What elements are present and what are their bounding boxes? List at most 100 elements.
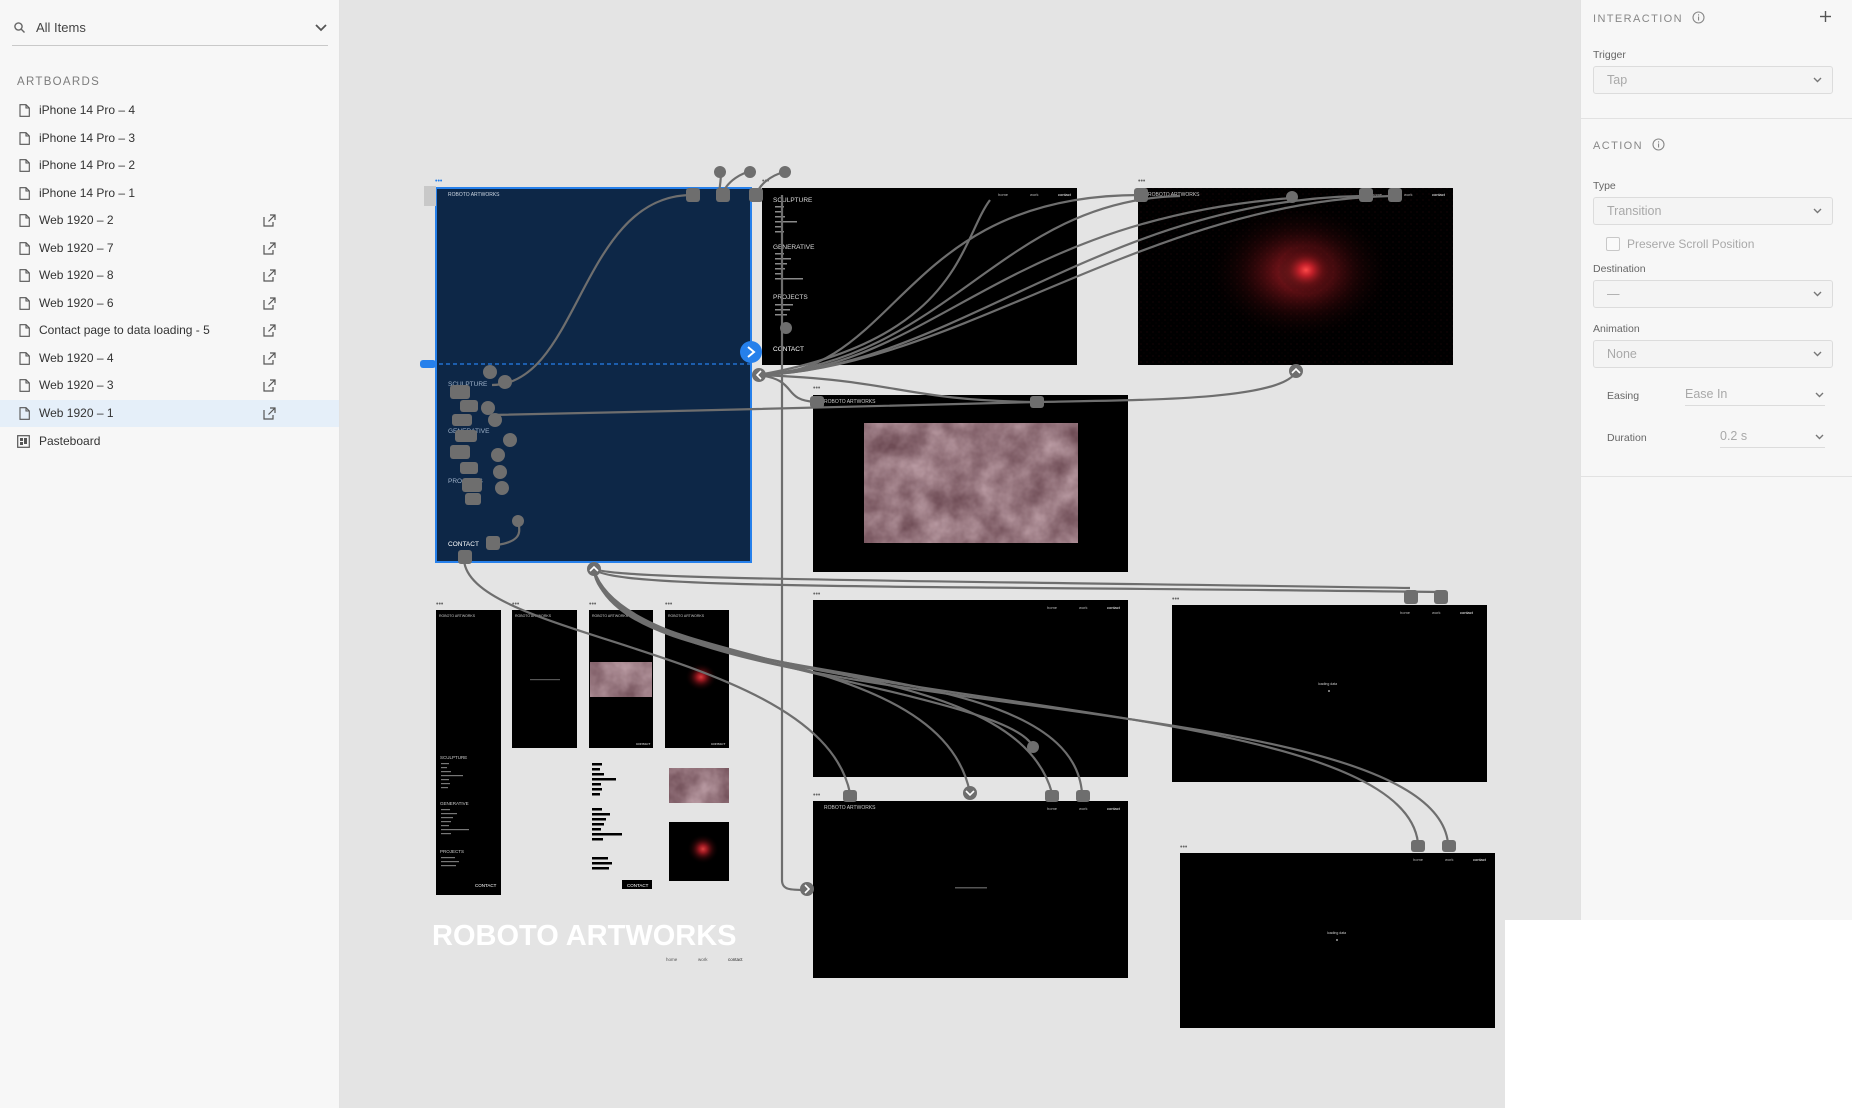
chevron-up-icon [587, 562, 601, 576]
type-select[interactable]: Transition [1593, 197, 1833, 225]
artboard-iphone-particles[interactable]: ••• ROBOTO ARTWORKS CONTACT [665, 601, 729, 748]
artboard-loading-2[interactable]: ••• home work contact loading data [1180, 844, 1495, 1028]
artboard-list-item[interactable]: iPhone 14 Pro – 1 [0, 180, 339, 207]
divider [1581, 476, 1852, 477]
artboard-list-label: iPhone 14 Pro – 3 [39, 130, 136, 145]
artboard-loading-1[interactable]: ••• home work contact loading data [1172, 596, 1487, 782]
artboard-icon [19, 104, 30, 117]
artboard-texture[interactable]: ••• ROBOTO ARTWORKS [813, 385, 1128, 572]
chevron-down-icon [1813, 291, 1822, 297]
destination-label: Destination [1593, 263, 1646, 275]
chevron-left-icon [752, 368, 766, 382]
artboard-icon [19, 406, 30, 420]
artboard-options-dots[interactable]: ••• [435, 178, 443, 185]
artboard-list-item[interactable]: Web 1920 – 8 [0, 262, 339, 289]
chevron-down-icon [1813, 208, 1822, 214]
nav-home: home [1413, 857, 1424, 862]
menu-contact: CONTACT [475, 883, 497, 888]
artboard-list-item[interactable]: iPhone 14 Pro – 2 [0, 152, 339, 179]
artboard-list-label: Web 1920 – 8 [39, 268, 114, 282]
chevron-down-icon[interactable] [314, 20, 328, 34]
layers-search-dropdown[interactable]: All Items [12, 14, 328, 46]
artboard-list-item[interactable]: iPhone 14 Pro – 3 [0, 125, 339, 152]
menu-contact: CONTACT [448, 541, 479, 548]
artboard-icon [19, 296, 30, 310]
external-link-icon[interactable] [262, 378, 277, 393]
trigger-select[interactable]: Tap [1593, 66, 1833, 94]
artboard-list-item[interactable]: Web 1920 – 1 [0, 399, 339, 427]
contact-button-component: CONTACT [627, 883, 649, 888]
nav-home: home [998, 192, 1009, 197]
interaction-title: INTERACTION [1593, 13, 1683, 25]
destination-select[interactable]: — [1593, 280, 1833, 308]
nav-work: work [1030, 192, 1038, 197]
menu-sculpture: SCULPTURE [773, 197, 813, 204]
scroll-handle[interactable] [420, 360, 436, 368]
artboard-list-item[interactable]: Contact page to data loading - 5 [0, 317, 339, 344]
duration-select[interactable]: 0.2 s [1720, 427, 1825, 448]
easing-select[interactable]: Ease In [1685, 385, 1825, 406]
artboard-list-item[interactable]: Web 1920 – 6 [0, 290, 339, 317]
nav-work: work [1404, 192, 1412, 197]
external-link-icon[interactable] [262, 406, 277, 421]
menu-projects: PROJECTS [440, 849, 464, 854]
chevron-down-icon [1815, 392, 1824, 398]
artboard-list-label: Web 1920 – 3 [39, 378, 114, 392]
artboard-list-label: iPhone 14 Pro – 4 [39, 103, 136, 117]
preserve-scroll-checkbox[interactable] [1606, 237, 1620, 251]
nav-contact: contact [1460, 610, 1474, 615]
trigger-label: Trigger [1593, 49, 1626, 61]
chevron-down-icon [1813, 77, 1822, 83]
action-heading: ACTION [1593, 138, 1665, 152]
chevron-up-icon [1289, 364, 1303, 378]
duration-label: Duration [1607, 432, 1647, 444]
destination-value: — [1607, 287, 1620, 301]
artboard-brand: ROBOTO ARTWORKS [439, 614, 476, 618]
nav-home: home [1047, 605, 1058, 610]
external-link-icon[interactable] [262, 241, 277, 256]
artboard-list-label: iPhone 14 Pro – 1 [39, 185, 136, 200]
animation-select[interactable]: None [1593, 340, 1833, 368]
external-link-icon[interactable] [262, 213, 277, 228]
nav-contact: contact [728, 957, 743, 962]
artboard-list-label: Web 1920 – 6 [39, 295, 114, 310]
design-canvas[interactable]: ••• ROBOTO ARTWORKS SCULPTURE GENERATIVE… [340, 0, 1580, 1108]
artboard-iphone-contact[interactable]: ••• ROBOTO ARTWORKS [512, 601, 577, 748]
external-link-icon[interactable] [262, 351, 277, 366]
interaction-panel: INTERACTION Trigger Tap ACTION Type Tran… [1580, 0, 1852, 920]
artboard-list-item[interactable]: Web 1920 – 2 [0, 207, 339, 234]
artboard-list-item[interactable]: iPhone 14 Pro – 4 [0, 97, 339, 124]
nav-contact: contact [1473, 857, 1487, 862]
prototype-canvas[interactable]: ••• ROBOTO ARTWORKS SCULPTURE GENERATIVE… [340, 0, 1580, 1108]
menu-generative: GENERATIVE [773, 244, 815, 251]
easing-value: Ease In [1685, 387, 1728, 401]
artboard-contact[interactable]: ••• ROBOTO ARTWORKS home work contact [813, 792, 1128, 978]
external-link-icon[interactable] [262, 296, 277, 311]
artboards-section-label: ARTBOARDS [17, 76, 101, 88]
divider [1581, 118, 1852, 119]
artboard-icon [19, 214, 30, 227]
info-icon[interactable] [1692, 11, 1705, 24]
artboard-icon [19, 131, 30, 145]
external-link-icon[interactable] [262, 268, 277, 283]
info-icon[interactable] [1652, 138, 1665, 151]
nav-home: home [666, 957, 678, 962]
interaction-heading: INTERACTION [1593, 11, 1705, 25]
pasteboard-item[interactable]: Pasteboard [0, 428, 339, 455]
animation-label: Animation [1593, 323, 1640, 335]
artboard-list-item[interactable]: Web 1920 – 7 [0, 235, 339, 262]
easing-label: Easing [1607, 390, 1640, 402]
duration-value: 0.2 s [1720, 429, 1748, 443]
artboard-iphone-menu[interactable]: ••• ROBOTO ARTWORKS SCULPTURE GENERATIVE… [436, 601, 501, 895]
artboard-list-label: Web 1920 – 7 [39, 240, 114, 255]
artboard-list-item[interactable]: Web 1920 – 3 [0, 372, 339, 399]
artboard-icon [19, 379, 30, 392]
menu-sculpture: SCULPTURE [440, 755, 467, 760]
external-link-icon[interactable] [262, 323, 277, 338]
nav-work: work [698, 957, 708, 962]
menu-generative: GENERATIVE [440, 801, 469, 806]
artboard-brand: ROBOTO ARTWORKS [668, 614, 705, 618]
artboard-edge-tab [424, 186, 436, 206]
artboard-list-item[interactable]: Web 1920 – 4 [0, 345, 339, 372]
add-interaction-icon[interactable] [1819, 10, 1832, 23]
